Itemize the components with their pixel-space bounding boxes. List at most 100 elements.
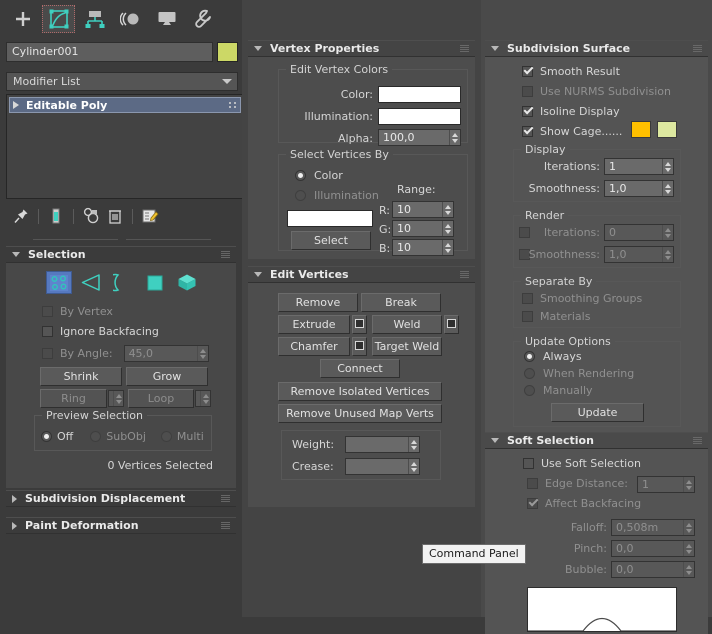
spinner-arrows-icon[interactable] bbox=[442, 240, 453, 255]
remove-modifier-button[interactable] bbox=[105, 206, 125, 226]
ring-button[interactable]: Ring bbox=[40, 389, 107, 408]
spinner-arrows-icon[interactable] bbox=[200, 391, 210, 406]
edge-distance-row[interactable]: Edge Distance: bbox=[527, 477, 628, 490]
by-angle-row[interactable]: By Angle: 45,0 bbox=[42, 345, 232, 362]
render-iterations-spinner[interactable]: 0 bbox=[604, 224, 674, 241]
spinner-arrows-icon[interactable] bbox=[196, 346, 208, 361]
soft-selection-header[interactable]: Soft Selection bbox=[485, 432, 708, 449]
vertex-properties-header[interactable]: Vertex Properties bbox=[248, 40, 475, 57]
modifier-toggle-dots-icon[interactable] bbox=[229, 102, 237, 108]
tab-modify[interactable] bbox=[42, 5, 75, 33]
preview-multi-radio[interactable] bbox=[160, 431, 172, 442]
smooth-result-row[interactable]: Smooth Result bbox=[522, 65, 620, 78]
subobject-vertex-button[interactable] bbox=[46, 271, 72, 294]
bubble-spinner[interactable]: 0,0 bbox=[611, 561, 695, 578]
display-smoothness-spinner[interactable]: 1,0 bbox=[604, 180, 674, 197]
by-vertex-checkbox[interactable] bbox=[42, 306, 53, 317]
use-soft-selection-row[interactable]: Use Soft Selection bbox=[523, 457, 641, 470]
display-iterations-spinner[interactable]: 1 bbox=[604, 158, 674, 175]
smoothing-groups-row[interactable]: Smoothing Groups bbox=[522, 292, 642, 305]
use-nurms-checkbox[interactable] bbox=[522, 86, 533, 97]
affect-backfacing-row[interactable]: Affect Backfacing bbox=[527, 497, 641, 510]
by-angle-checkbox[interactable] bbox=[42, 348, 53, 359]
pin-stack-button[interactable] bbox=[11, 206, 31, 226]
make-unique-button[interactable] bbox=[81, 206, 101, 226]
vertex-color-swatch[interactable] bbox=[378, 86, 461, 103]
configure-modifier-sets-button[interactable] bbox=[140, 206, 160, 226]
modifier-stack-item-editable-poly[interactable]: Editable Poly bbox=[9, 97, 241, 113]
smooth-result-checkbox[interactable] bbox=[522, 66, 533, 77]
spinner-arrows-icon[interactable] bbox=[683, 541, 694, 556]
shrink-button[interactable]: Shrink bbox=[40, 367, 122, 386]
edge-distance-checkbox[interactable] bbox=[527, 478, 538, 489]
falloff-spinner[interactable]: 0,508m bbox=[611, 519, 695, 536]
show-cage-checkbox[interactable] bbox=[522, 126, 533, 137]
target-weld-button[interactable]: Target Weld bbox=[372, 337, 442, 356]
smoothing-groups-checkbox[interactable] bbox=[522, 293, 533, 304]
cage-color-swatch-1[interactable] bbox=[631, 121, 651, 138]
ring-spinner[interactable] bbox=[108, 390, 124, 407]
update-manually-row[interactable]: Manually bbox=[524, 384, 593, 397]
subobject-polygon-button[interactable] bbox=[142, 271, 168, 294]
spinner-arrows-icon[interactable] bbox=[408, 437, 419, 452]
tab-hierarchy[interactable] bbox=[78, 5, 111, 33]
chamfer-button[interactable]: Chamfer bbox=[278, 337, 350, 356]
modifier-list-dropdown[interactable]: Modifier List bbox=[6, 72, 238, 91]
illumination-swatch[interactable] bbox=[378, 108, 461, 125]
chamfer-settings-button[interactable] bbox=[352, 337, 367, 356]
cage-color-swatch-2[interactable] bbox=[657, 121, 677, 138]
edit-vertices-header[interactable]: Edit Vertices bbox=[248, 266, 475, 283]
ignore-backfacing-checkbox[interactable] bbox=[42, 326, 53, 337]
expand-triangle-icon[interactable] bbox=[13, 101, 19, 109]
subdivision-surface-header[interactable]: Subdivision Surface bbox=[485, 40, 708, 57]
select-button[interactable]: Select bbox=[291, 231, 371, 250]
spinner-arrows-icon[interactable] bbox=[113, 391, 123, 406]
preview-subobj-radio[interactable] bbox=[90, 431, 102, 442]
spinner-arrows-icon[interactable] bbox=[683, 520, 694, 535]
use-nurms-row[interactable]: Use NURMS Subdivision bbox=[522, 85, 671, 98]
object-color-swatch[interactable] bbox=[217, 42, 238, 62]
by-vertex-row[interactable]: By Vertex bbox=[42, 305, 113, 318]
affect-backfacing-checkbox[interactable] bbox=[527, 498, 538, 509]
spinner-arrows-icon[interactable] bbox=[408, 459, 419, 474]
spinner-arrows-icon[interactable] bbox=[662, 159, 673, 174]
select-by-illumination-row[interactable]: Illumination bbox=[295, 189, 379, 202]
update-when-rendering-radio[interactable] bbox=[524, 368, 535, 379]
selection-rollout-header[interactable]: Selection bbox=[6, 246, 236, 263]
render-smoothness-spinner[interactable]: 1,0 bbox=[604, 246, 674, 263]
isoline-display-checkbox[interactable] bbox=[522, 106, 533, 117]
materials-checkbox[interactable] bbox=[522, 311, 533, 322]
select-by-color-radio[interactable] bbox=[295, 170, 306, 181]
spinner-arrows-icon[interactable] bbox=[442, 221, 453, 236]
spinner-arrows-icon[interactable] bbox=[683, 562, 694, 577]
remove-isolated-vertices-button[interactable]: Remove Isolated Vertices bbox=[278, 382, 442, 401]
update-always-radio[interactable] bbox=[524, 351, 535, 362]
materials-row[interactable]: Materials bbox=[522, 310, 590, 323]
spinner-arrows-icon[interactable] bbox=[683, 477, 694, 492]
range-b-spinner[interactable]: 10 bbox=[392, 239, 454, 256]
paint-deformation-header[interactable]: Paint Deformation bbox=[6, 517, 236, 534]
ignore-backfacing-row[interactable]: Ignore Backfacing bbox=[42, 325, 159, 338]
spinner-arrows-icon[interactable] bbox=[442, 202, 453, 217]
weld-settings-button[interactable] bbox=[444, 315, 459, 334]
extrude-settings-button[interactable] bbox=[352, 315, 367, 334]
loop-button[interactable]: Loop bbox=[128, 389, 194, 408]
tab-display[interactable] bbox=[150, 5, 183, 33]
update-always-row[interactable]: Always bbox=[524, 350, 582, 363]
tab-motion[interactable] bbox=[114, 5, 147, 33]
modifier-stack[interactable]: Editable Poly bbox=[6, 94, 244, 199]
spinner-arrows-icon[interactable] bbox=[662, 247, 673, 262]
weight-spinner[interactable] bbox=[345, 436, 420, 453]
range-r-spinner[interactable]: 10 bbox=[392, 201, 454, 218]
edge-distance-spinner[interactable]: 1 bbox=[637, 476, 695, 493]
remove-button[interactable]: Remove bbox=[278, 293, 358, 312]
select-by-illumination-radio[interactable] bbox=[295, 190, 306, 201]
subdivision-displacement-header[interactable]: Subdivision Displacement bbox=[6, 490, 236, 507]
weld-button[interactable]: Weld bbox=[372, 315, 442, 334]
crease-spinner[interactable] bbox=[345, 458, 420, 475]
pinch-spinner[interactable]: 0,0 bbox=[611, 540, 695, 557]
alpha-spinner[interactable]: 100,0 bbox=[378, 129, 461, 146]
isoline-display-row[interactable]: Isoline Display bbox=[522, 105, 620, 118]
spinner-arrows-icon[interactable] bbox=[449, 130, 460, 145]
spinner-arrows-icon[interactable] bbox=[662, 181, 673, 196]
